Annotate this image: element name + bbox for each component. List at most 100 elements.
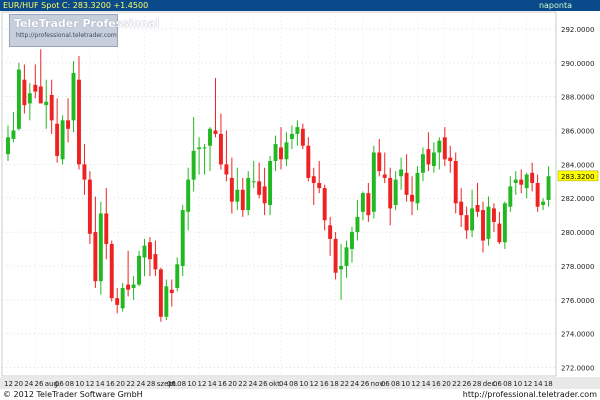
candle-body-up [246,177,251,211]
candle-body-up [235,189,240,202]
x-tick-label: 20 [116,380,125,388]
candle-body-down [109,243,114,299]
candle-body-down [530,172,535,183]
x-tick-label: 12 [198,380,207,388]
last-price-label: 283.3200 [561,173,594,181]
candle-body-up [142,245,147,258]
candle-body-up [546,176,551,200]
chart-window: EUR/HUF Spot C: 283.3200 +1.4500 naponta… [0,0,600,400]
x-tick-label: 06 [493,380,502,388]
candle-body-down [491,208,496,222]
x-tick-label: 06 [381,380,390,388]
x-tick-label: 18 [330,380,339,388]
x-tick-label: 26 [35,380,44,388]
candle-body-down [377,152,382,172]
candle-body-up [513,179,518,183]
x-tick-label: 22 [340,380,349,388]
candle-body-down [317,182,322,189]
x-tick-label: 28 [147,380,156,388]
candle-body-down [453,160,458,204]
candle-body-down [535,182,540,207]
candle-body-down [158,269,163,317]
x-tick-label: 20 [442,380,451,388]
candle-body-down [169,289,174,294]
candle-body-up [420,154,425,173]
candle-body-down [262,186,267,204]
candle-body-down [77,79,81,165]
x-tick-label: 26 [462,380,471,388]
candle-body-down [153,254,158,270]
x-tick-label: 24 [24,380,33,388]
y-tick-label: 274.0000 [561,331,594,339]
footer: © 2012 TeleTrader Software GmbH http://p… [0,390,600,400]
plot-area [1,11,557,377]
x-tick-label: 08 [65,380,74,388]
x-tick-label: 26 [360,380,369,388]
candle-body-up [131,284,136,288]
candle-body-down [426,149,431,165]
x-tick-label: 14 [534,380,543,388]
x-tick-label: 24 [136,380,145,388]
candle-body-up [360,193,365,212]
candle-body-down [328,225,333,239]
candle-body-up [541,201,546,206]
copyright-text: © 2012 TeleTrader Software GmbH [3,390,143,399]
x-tick-label: 14 [96,380,105,388]
y-tick-label: 276.0000 [561,297,594,305]
x-tick-label: 12 [523,380,532,388]
candle-body-up [180,210,185,266]
x-tick-label: 16 [432,380,441,388]
candle-body-up [120,287,125,309]
candle-body-up [60,120,65,160]
candle-body-down [240,189,245,211]
candle-body-up [502,203,507,243]
x-tick-label: 16 [218,380,227,388]
x-tick-label: 04 [279,380,288,388]
candle-body-down [464,215,469,231]
candle-body-down [333,238,338,273]
candle-body-down [481,210,485,241]
x-tick-label: 08 [391,380,400,388]
candle-body-up [208,128,212,146]
candle-body-up [197,147,202,150]
x-tick-label: 24 [248,380,257,388]
x-tick-label: 20 [228,380,237,388]
x-tick-label: 22 [452,380,461,388]
candle-body-up [268,160,273,206]
candle-body-down [22,79,27,106]
candle-body-down [475,205,480,212]
candle-body-up [415,172,420,204]
candle-body-up [350,232,354,250]
candle-body-down [93,232,98,282]
candle-body-down [366,193,371,216]
candle-body-down [459,201,464,216]
x-tick-label: 10 [75,380,84,388]
candle-body-up [16,69,21,129]
candle-body-down [322,188,327,221]
candle-body-down [55,123,60,156]
x-tick-label: 12 [411,380,420,388]
candle-body-down [442,137,447,160]
candlestick-chart[interactable]: 272.0000 274.0000 276.0000 278.0000 280.0000… [0,0,600,400]
candle-body-up [284,142,289,160]
y-tick-label: 284.0000 [561,161,594,169]
y-tick-label: 278.0000 [561,263,594,271]
candle-body-down [382,174,387,178]
candle-body-up [470,208,475,231]
candle-body-up [11,130,16,139]
teletrader-logo: TeleTrader Professional http://professio… [9,14,159,47]
x-tick-label: 14 [422,380,431,388]
candle-body-up [437,140,442,153]
candle-body-down [82,164,87,180]
y-tick-label: 292.0000 [561,26,594,34]
logo-url: http://professional.teletrader.com [16,32,117,39]
candle-body-up [295,127,300,134]
x-tick-label: 12 [85,380,94,388]
x-tick-label: 08 [177,380,186,388]
candle-body-down [213,130,218,134]
x-tick-label: 22 [126,380,135,388]
candle-body-up [137,255,142,285]
footer-url[interactable]: http://professional.teletrader.com [463,390,597,400]
candle-body-up [27,93,32,104]
x-tick-label: 08 [503,380,512,388]
